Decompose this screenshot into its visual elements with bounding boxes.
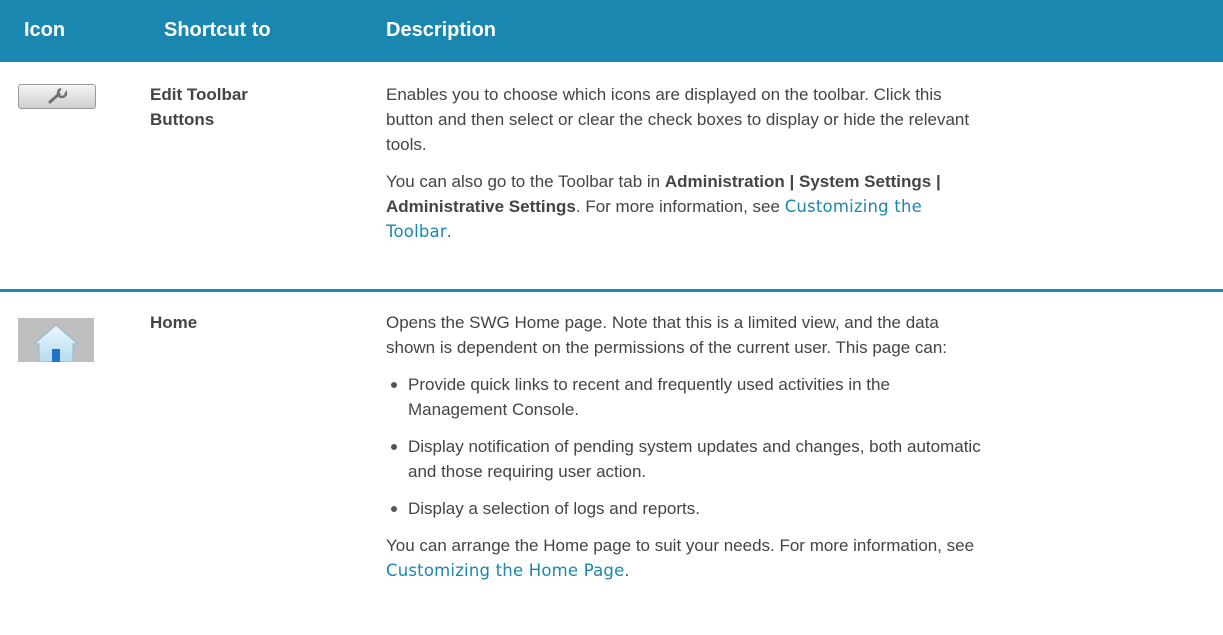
list-item: Display notification of pending system u… [386, 434, 1206, 484]
table-row: Edit Toolbar Buttons Enables you to choo… [0, 62, 1223, 289]
bullet-icon [391, 382, 397, 388]
table-header: Icon Shortcut to Description [0, 0, 1223, 62]
shortcut-label: Edit Toolbar Buttons [150, 85, 248, 129]
customizing-home-page-link[interactable]: Customizing the Home Page [386, 561, 624, 580]
shortcuts-table: Icon Shortcut to Description Edit Toolba… [0, 0, 1223, 635]
customizing-toolbar-link[interactable]: Customizing the [785, 197, 922, 216]
header-description: Description [386, 19, 497, 41]
icon-cell [18, 84, 96, 109]
wrench-icon [18, 84, 96, 109]
list-item: Provide quick links to recent and freque… [386, 372, 1206, 422]
bullet-list: Provide quick links to recent and freque… [386, 372, 1206, 521]
description-paragraph: Opens the SWG Home page. Note that this … [386, 313, 948, 357]
description-paragraph: You can arrange the Home page to suit yo… [386, 536, 975, 580]
home-icon [18, 318, 94, 362]
description-paragraph: You can also go to the Toolbar tab in Ad… [386, 172, 941, 241]
header-shortcut: Shortcut to [164, 19, 271, 41]
shortcut-label: Home [150, 313, 198, 332]
description-paragraph: Enables you to choose which icons are di… [386, 85, 970, 154]
header-icon: Icon [24, 19, 66, 41]
description-cell: Opens the SWG Home page. Note that this … [386, 310, 1206, 583]
bullet-icon [391, 444, 397, 450]
bullet-icon [391, 506, 397, 512]
description-cell: Enables you to choose which icons are di… [386, 82, 1206, 244]
customizing-toolbar-link-cont[interactable]: Toolbar [386, 222, 447, 241]
list-item: Display a selection of logs and reports. [386, 496, 1206, 521]
table-row: Home Opens the SWG Home page. Note that … [0, 292, 1223, 635]
icon-cell [18, 318, 94, 362]
